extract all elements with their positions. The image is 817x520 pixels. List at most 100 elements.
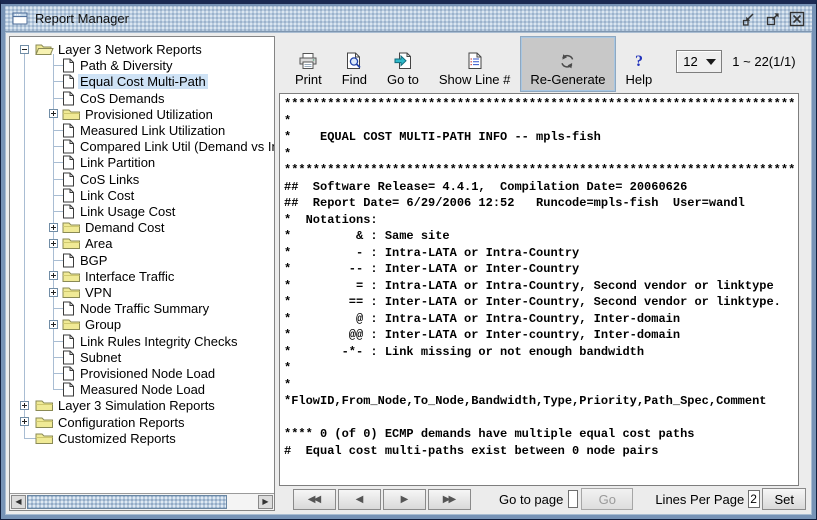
maximize-button[interactable] bbox=[764, 10, 782, 28]
expand-icon[interactable] bbox=[49, 271, 58, 280]
tree-item-label[interactable]: Demand Cost bbox=[83, 220, 166, 235]
tree-item-provisioned-utilization[interactable]: Provisioned Utilization bbox=[10, 106, 274, 122]
tree-item-layer-3-simulation-reports[interactable]: Layer 3 Simulation Reports bbox=[10, 397, 274, 413]
first-page-button[interactable]: ◀◀ bbox=[293, 489, 336, 510]
tree-item-label[interactable]: Measured Node Load bbox=[78, 382, 207, 397]
tree-item-label[interactable]: Layer 3 Simulation Reports bbox=[56, 398, 217, 413]
minimize-button[interactable] bbox=[740, 10, 758, 28]
document-icon bbox=[62, 123, 75, 138]
tree-item-label[interactable]: VPN bbox=[83, 285, 114, 300]
expand-icon[interactable] bbox=[49, 320, 58, 329]
scrollbar-thumb[interactable] bbox=[27, 495, 227, 509]
tree-item-label[interactable]: Link Rules Integrity Checks bbox=[78, 334, 240, 349]
expand-icon[interactable] bbox=[20, 401, 29, 410]
title-bar[interactable]: Report Manager bbox=[5, 6, 812, 32]
show-line-button[interactable]: Show Line # bbox=[429, 36, 521, 92]
tree-item-label[interactable]: Subnet bbox=[78, 350, 123, 365]
tree-item-label[interactable]: Measured Link Utilization bbox=[78, 123, 227, 138]
close-button[interactable] bbox=[788, 10, 806, 28]
tree-item-path-diversity[interactable]: Path & Diversity bbox=[10, 57, 274, 73]
expand-icon[interactable] bbox=[20, 417, 29, 426]
document-icon bbox=[62, 382, 75, 397]
go-to-button[interactable]: Go to bbox=[377, 36, 429, 92]
tree-item-layer-3-network-reports[interactable]: Layer 3 Network Reports bbox=[10, 41, 274, 57]
expand-icon[interactable] bbox=[49, 288, 58, 297]
tree-item-link-usage-cost[interactable]: Link Usage Cost bbox=[10, 203, 274, 219]
scroll-left-icon[interactable]: ◀ bbox=[11, 495, 26, 509]
tree-item-label[interactable]: Equal Cost Multi-Path bbox=[78, 74, 208, 89]
tree-item-measured-link-utilization[interactable]: Measured Link Utilization bbox=[10, 122, 274, 138]
last-page-button[interactable]: ▶▶ bbox=[428, 489, 471, 510]
tree-item-provisioned-node-load[interactable]: Provisioned Node Load bbox=[10, 365, 274, 381]
tree-item-interface-traffic[interactable]: Interface Traffic bbox=[10, 268, 274, 284]
toolbar-button-label: Re-Generate bbox=[530, 72, 605, 87]
page-size-dropdown[interactable]: 12 bbox=[676, 50, 722, 73]
tree-item-label[interactable]: Customized Reports bbox=[56, 431, 178, 446]
tree-item-label[interactable]: CoS Links bbox=[78, 172, 141, 187]
tree-horizontal-scrollbar[interactable]: ◀ ▶ bbox=[10, 493, 274, 510]
tree-item-label[interactable]: Layer 3 Network Reports bbox=[56, 42, 204, 57]
tree-item-subnet[interactable]: Subnet bbox=[10, 349, 274, 365]
set-button[interactable]: Set bbox=[762, 488, 806, 510]
scroll-right-icon[interactable]: ▶ bbox=[258, 495, 273, 509]
tree-item-customized-reports[interactable]: Customized Reports bbox=[10, 430, 274, 446]
expand-icon[interactable] bbox=[49, 239, 58, 248]
tree-item-area[interactable]: Area bbox=[10, 235, 274, 251]
next-page-button[interactable]: ▶ bbox=[383, 489, 426, 510]
report-text[interactable]: ****************************************… bbox=[279, 93, 799, 486]
tree-item-compared-link-util-demand-vs-inte[interactable]: Compared Link Util (Demand vs Inte bbox=[10, 138, 274, 154]
find-icon bbox=[346, 46, 363, 70]
folder-icon bbox=[35, 431, 54, 445]
tree-item-equal-cost-multi-path[interactable]: Equal Cost Multi-Path bbox=[10, 73, 274, 89]
folder-icon bbox=[62, 220, 81, 234]
tree-item-label[interactable]: Link Cost bbox=[78, 188, 136, 203]
lines-per-page-label: Lines Per Page bbox=[655, 492, 744, 507]
tree-item-cos-links[interactable]: CoS Links bbox=[10, 171, 274, 187]
tree-item-demand-cost[interactable]: Demand Cost bbox=[10, 219, 274, 235]
tree-item-label[interactable]: Group bbox=[83, 317, 123, 332]
expand-icon[interactable] bbox=[49, 109, 58, 118]
tree-item-link-partition[interactable]: Link Partition bbox=[10, 154, 274, 170]
regenerate-icon bbox=[559, 46, 576, 70]
tree-item-vpn[interactable]: VPN bbox=[10, 284, 274, 300]
tree-item-label[interactable]: Node Traffic Summary bbox=[78, 301, 211, 316]
tree-item-cos-demands[interactable]: CoS Demands bbox=[10, 90, 274, 106]
go-button[interactable]: Go bbox=[581, 488, 633, 510]
tree-item-link-cost[interactable]: Link Cost bbox=[10, 187, 274, 203]
find-button[interactable]: Find bbox=[332, 36, 377, 92]
maximize-icon bbox=[765, 11, 781, 27]
lines-per-page-input[interactable] bbox=[748, 490, 760, 508]
tree-item-label[interactable]: CoS Demands bbox=[78, 91, 167, 106]
collapse-icon[interactable] bbox=[20, 45, 29, 54]
tree-item-label[interactable]: BGP bbox=[78, 253, 109, 268]
tree-item-label[interactable]: Link Usage Cost bbox=[78, 204, 177, 219]
document-icon bbox=[62, 172, 75, 187]
folder-icon bbox=[62, 285, 81, 299]
expand-icon[interactable] bbox=[49, 223, 58, 232]
document-icon bbox=[62, 334, 75, 349]
tree-item-label[interactable]: Provisioned Utilization bbox=[83, 107, 215, 122]
window-icon bbox=[11, 10, 29, 28]
print-button[interactable]: Print bbox=[285, 36, 332, 92]
tree-item-label[interactable]: Provisioned Node Load bbox=[78, 366, 217, 381]
tree-item-label[interactable]: Compared Link Util (Demand vs Inte bbox=[78, 139, 274, 154]
help-button[interactable]: ?Help bbox=[616, 36, 663, 92]
re-generate-button[interactable]: Re-Generate bbox=[520, 36, 615, 92]
tree-item-configuration-reports[interactable]: Configuration Reports bbox=[10, 414, 274, 430]
close-icon bbox=[789, 11, 805, 27]
tree-item-bgp[interactable]: BGP bbox=[10, 252, 274, 268]
previous-page-button[interactable]: ◀ bbox=[338, 489, 381, 510]
report-tree[interactable]: Layer 3 Network ReportsPath & DiversityE… bbox=[10, 37, 274, 494]
tree-item-node-traffic-summary[interactable]: Node Traffic Summary bbox=[10, 300, 274, 316]
report-tree-panel: Layer 3 Network ReportsPath & DiversityE… bbox=[9, 36, 275, 511]
tree-item-measured-node-load[interactable]: Measured Node Load bbox=[10, 381, 274, 397]
page-number-input[interactable] bbox=[568, 490, 578, 508]
tree-item-link-rules-integrity-checks[interactable]: Link Rules Integrity Checks bbox=[10, 333, 274, 349]
tree-item-label[interactable]: Area bbox=[83, 236, 114, 251]
tree-item-label[interactable]: Link Partition bbox=[78, 155, 157, 170]
tree-item-label[interactable]: Path & Diversity bbox=[78, 58, 174, 73]
tree-item-label[interactable]: Configuration Reports bbox=[56, 415, 186, 430]
goto-icon bbox=[394, 46, 412, 70]
tree-item-group[interactable]: Group bbox=[10, 316, 274, 332]
tree-item-label[interactable]: Interface Traffic bbox=[83, 269, 176, 284]
